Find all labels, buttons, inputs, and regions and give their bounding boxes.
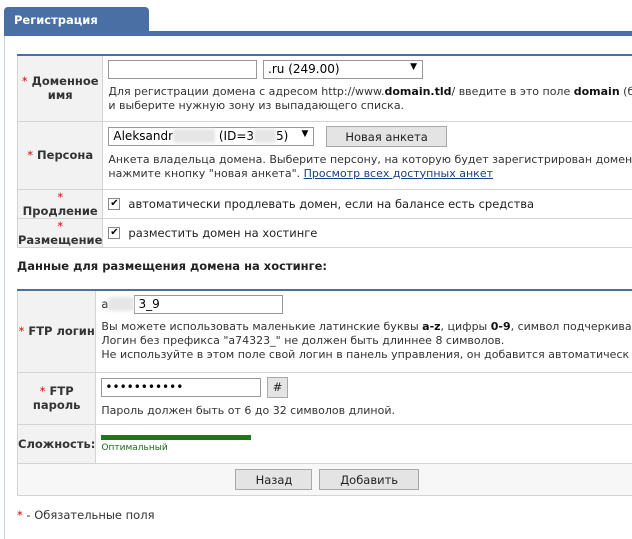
ftp-password-label-cell: * FTP пароль [16,371,97,425]
tab-domain-registration[interactable]: Регистрация домена [4,7,149,41]
redacted-text: xxx [254,128,277,143]
buttons-cell: Назад Добавить [17,462,632,496]
ftp-password-hint: Пароль должен быть от 6 до 32 символов д… [101,403,395,417]
row-ftp-password: * FTP пароль ••••••••••• # Пароль должен… [16,371,632,425]
row-hosting: * Размещение ✔ разместить домен на хостин… [16,217,632,248]
domain-form-table: * Доменное имя .ru (249.00) ▼ Для регистр… [16,54,632,248]
domain-value-cell: .ru (249.00) ▼ Для регистрации домена с а… [102,54,632,122]
complexity-bar-fill [101,434,252,440]
row-complexity: Сложность: Оптимальный [16,423,632,464]
ftp-login-hint: Вы можете использовать маленькие латинск… [101,320,632,361]
generate-password-button[interactable]: # [267,376,289,398]
chevron-down-icon: ▼ [410,62,418,72]
person-select[interactable]: Aleksandrxxxxx (ID=3xxx5)▼ [108,126,315,146]
hosting-section-title: Данные для размещения домена на хостинге… [17,259,327,273]
person-hint: Анкета владельца домена. Выберите персон… [108,152,632,180]
row-renewal: * Продление ✔ автоматически продлевать до… [16,188,632,219]
person-value-cell: Aleksandrxxxxx (ID=3xxx5)▼ Новая анкета … [102,120,632,190]
renewal-value-cell: ✔ автоматически продлевать домен, если на… [102,188,632,219]
ftp-login-label: FTP логин [28,324,95,339]
domain-hint: Для регистрации домена с адресом http://… [108,85,632,112]
person-label-cell: * Персона [16,120,104,190]
hosting-label-cell: * Размещение [16,217,104,248]
person-label: Персона [37,148,94,162]
redacted-text: xxxxx [173,128,216,143]
chevron-down-icon: ▼ [301,128,309,139]
domain-name-input[interactable] [108,60,258,79]
complexity-label-cell: Сложность: [16,423,97,464]
ftp-login-value-cell: axxx3_9 Вы можете использовать маленькие… [95,289,632,373]
ftp-login-prefix: axxx [101,297,135,311]
complexity-level-text: Оптимальный [101,442,168,453]
complexity-bar-track [101,434,252,440]
hosting-form-table: * FTP логин axxx3_9 Вы можете использова… [16,289,632,496]
domain-label-cell: * Доменное имя [16,54,104,122]
complexity-label: Сложность: [18,436,96,451]
row-person: * Персона Aleksandrxxxxx (ID=3xxx5)▼ Нов… [16,120,632,190]
view-profiles-link[interactable]: Просмотр всех доступных анкет [304,167,493,180]
ftp-login-label-cell: * FTP логин [16,289,97,373]
ftp-password-value-cell: ••••••••••• # Пароль должен быть от 6 до… [95,371,632,425]
row-domain: * Доменное имя .ru (249.00) ▼ Для регистр… [16,54,632,122]
domain-zone-value: .ru (249.00) [268,62,340,76]
hosting-label: Размещение [18,232,103,247]
domain-zone-select[interactable]: .ru (249.00) ▼ [263,60,424,79]
redacted-text: xxx [108,297,135,311]
row-ftp-login: * FTP логин axxx3_9 Вы можете использова… [16,289,632,373]
back-button[interactable]: Назад [235,468,313,490]
new-profile-button[interactable]: Новая анкета [326,125,448,147]
ftp-password-input[interactable]: ••••••••••• [101,377,262,397]
renewal-label: Продление [22,203,98,218]
ftp-login-input[interactable]: 3_9 [134,295,284,314]
renewal-checkbox[interactable]: ✔ [108,198,121,210]
domain-label: Доменное имя [31,74,99,103]
required-fields-note: * - Обязательные поля [17,508,155,522]
hosting-text: разместить домен на хостинге [128,225,318,240]
renewal-label-cell: * Продление [16,188,104,219]
row-buttons: Назад Добавить [17,462,632,496]
hosting-checkbox[interactable]: ✔ [108,227,121,239]
add-button[interactable]: Добавить [319,468,420,490]
complexity-value-cell: Оптимальный [95,423,632,464]
hosting-value-cell: ✔ разместить домен на хостинге [102,217,632,248]
renewal-text: автоматически продлевать домен, если на … [128,196,535,211]
